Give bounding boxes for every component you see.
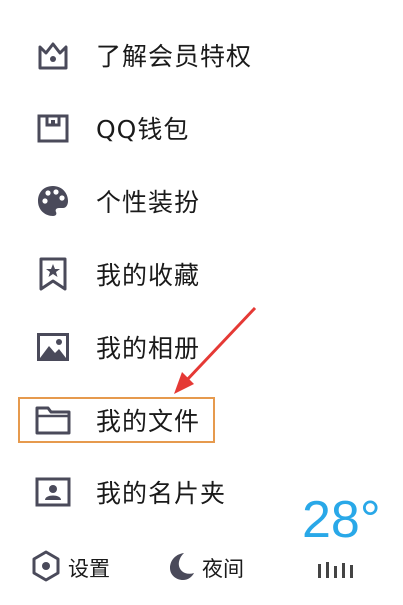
settings-icon <box>30 550 62 586</box>
menu-item-personal-theme[interactable]: 个性装扮 <box>34 181 374 221</box>
menu-item-qq-wallet[interactable]: QQ钱包 <box>34 108 374 148</box>
settings-button[interactable]: 设置 <box>30 548 110 588</box>
menu-item-vip-privileges[interactable]: 了解会员特权 <box>34 35 374 75</box>
crown-icon <box>34 36 72 74</box>
weather-condition-icon <box>316 560 360 584</box>
bookmark-star-icon <box>34 255 72 293</box>
night-mode-button[interactable]: 夜间 <box>164 548 244 588</box>
menu-item-my-favorites[interactable]: 我的收藏 <box>34 254 374 294</box>
menu-item-label: 了解会员特权 <box>96 42 253 71</box>
image-icon <box>34 328 72 366</box>
menu-item-label: QQ钱包 <box>96 115 190 144</box>
menu-item-label: 我的收藏 <box>96 261 201 290</box>
temperature: 28° <box>302 491 381 549</box>
weather-widget[interactable]: 28° <box>302 490 402 550</box>
night-mode-label: 夜间 <box>202 557 244 581</box>
palette-icon <box>34 182 72 220</box>
contact-card-icon <box>34 473 72 511</box>
settings-label: 设置 <box>68 557 110 581</box>
moon-icon <box>164 550 196 586</box>
menu-item-label: 个性装扮 <box>96 188 201 217</box>
menu-item-label: 我的名片夹 <box>96 479 227 508</box>
wallet-icon <box>34 109 72 147</box>
arrow-annotation <box>174 306 257 394</box>
highlight-box <box>18 397 215 443</box>
